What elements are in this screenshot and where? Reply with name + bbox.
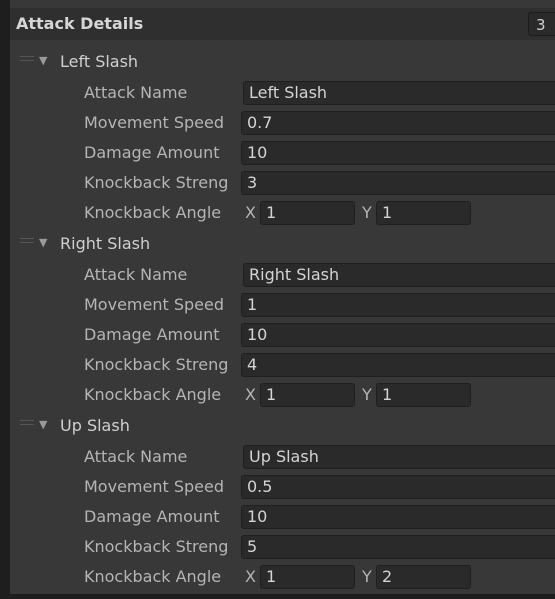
knockback-angle-label: Knockback Angle: [84, 385, 222, 404]
movement-speed-field[interactable]: 0.5: [241, 475, 555, 499]
damage-amount-row: Damage Amount 10: [10, 139, 555, 169]
y-field[interactable]: 1: [376, 201, 471, 225]
bottom-edge: [0, 594, 555, 599]
y-label[interactable]: Y: [362, 567, 372, 586]
damage-amount-row: Damage Amount 10: [10, 503, 555, 533]
y-field[interactable]: 2: [376, 565, 471, 589]
damage-amount-field[interactable]: 10: [241, 141, 555, 165]
drag-handle-icon[interactable]: [20, 56, 34, 66]
x-field[interactable]: 1: [260, 201, 355, 225]
knockback-strength-field[interactable]: 3: [241, 171, 555, 195]
drag-handle-icon[interactable]: [20, 420, 34, 430]
damage-amount-field[interactable]: 10: [241, 323, 555, 347]
knockback-angle-row: Knockback Angle X 1 Y 1: [10, 381, 555, 411]
element-header-right-slash[interactable]: ▼ Right Slash: [10, 230, 555, 260]
attack-name-field[interactable]: Up Slash: [243, 445, 555, 469]
element-title: Right Slash: [60, 234, 151, 253]
y-field[interactable]: 1: [376, 383, 471, 407]
list-title: Attack Details: [16, 14, 144, 33]
attack-name-row: Attack Name Left Slash: [10, 79, 555, 109]
element-header-left-slash[interactable]: ▼ Left Slash: [10, 48, 555, 78]
attack-name-field[interactable]: Right Slash: [243, 263, 555, 287]
damage-amount-row: Damage Amount 10: [10, 321, 555, 351]
x-label[interactable]: X: [245, 385, 256, 404]
knockback-strength-row: Knockback Streng 3: [10, 169, 555, 199]
knockback-angle-label: Knockback Angle: [84, 203, 222, 222]
y-label[interactable]: Y: [362, 203, 372, 222]
damage-amount-label: Damage Amount: [84, 325, 220, 344]
knockback-strength-field[interactable]: 5: [241, 535, 555, 559]
drag-handle-icon[interactable]: [20, 238, 34, 248]
damage-amount-label: Damage Amount: [84, 507, 220, 526]
attack-details-panel: Attack Details 3 ▼ Left Slash Attack Nam…: [10, 0, 555, 599]
knockback-strength-label: Knockback Streng: [84, 355, 229, 374]
movement-speed-label: Movement Speed: [84, 295, 224, 314]
knockback-angle-label: Knockback Angle: [84, 567, 222, 586]
x-field[interactable]: 1: [260, 383, 355, 407]
x-label[interactable]: X: [245, 203, 256, 222]
y-label[interactable]: Y: [362, 385, 372, 404]
attack-name-label: Attack Name: [84, 265, 188, 284]
movement-speed-label: Movement Speed: [84, 477, 224, 496]
foldout-arrow-icon[interactable]: ▼: [39, 54, 47, 67]
element-title: Up Slash: [60, 416, 130, 435]
attack-name-row: Attack Name Up Slash: [10, 443, 555, 473]
damage-amount-field[interactable]: 10: [241, 505, 555, 529]
knockback-angle-row: Knockback Angle X 1 Y 2: [10, 563, 555, 593]
knockback-strength-field[interactable]: 4: [241, 353, 555, 377]
damage-amount-label: Damage Amount: [84, 143, 220, 162]
knockback-angle-row: Knockback Angle X 1 Y 1: [10, 199, 555, 229]
movement-speed-row: Movement Speed 0.5: [10, 473, 555, 503]
movement-speed-field[interactable]: 1: [241, 293, 555, 317]
knockback-strength-label: Knockback Streng: [84, 173, 229, 192]
list-size-field[interactable]: 3: [528, 12, 555, 36]
foldout-arrow-icon[interactable]: ▼: [39, 418, 47, 431]
element-title: Left Slash: [60, 52, 139, 71]
knockback-strength-row: Knockback Streng 4: [10, 351, 555, 381]
x-label[interactable]: X: [245, 567, 256, 586]
attack-name-row: Attack Name Right Slash: [10, 261, 555, 291]
movement-speed-row: Movement Speed 1: [10, 291, 555, 321]
movement-speed-field[interactable]: 0.7: [241, 111, 555, 135]
element-header-up-slash[interactable]: ▼ Up Slash: [10, 412, 555, 442]
attack-name-label: Attack Name: [84, 447, 188, 466]
attack-name-label: Attack Name: [84, 83, 188, 102]
movement-speed-row: Movement Speed 0.7: [10, 109, 555, 139]
attack-name-field[interactable]: Left Slash: [243, 81, 555, 105]
knockback-strength-row: Knockback Streng 5: [10, 533, 555, 563]
x-field[interactable]: 1: [260, 565, 355, 589]
movement-speed-label: Movement Speed: [84, 113, 224, 132]
knockback-strength-label: Knockback Streng: [84, 537, 229, 556]
foldout-arrow-icon[interactable]: ▼: [39, 236, 47, 249]
list-header[interactable]: Attack Details 3: [10, 8, 555, 40]
